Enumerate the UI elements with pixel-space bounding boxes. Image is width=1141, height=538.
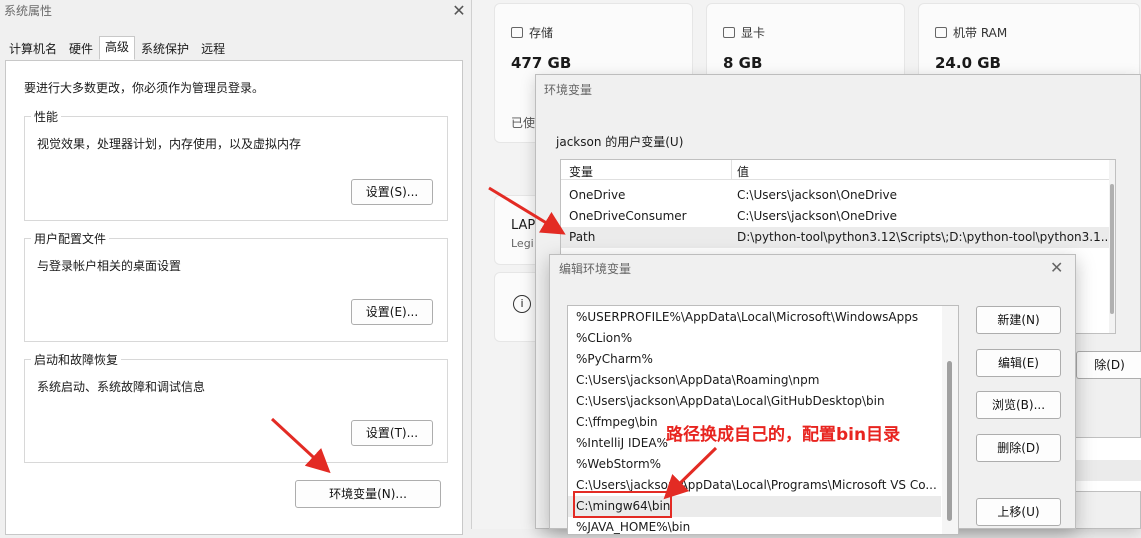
- annotation-arrows: [270, 186, 718, 500]
- arrow-to-path-row: [488, 186, 566, 235]
- arrow-to-env-button: [270, 417, 331, 474]
- tab-advanced[interactable]: 高级: [99, 36, 136, 60]
- arrow-to-mingw-entry: [663, 446, 718, 500]
